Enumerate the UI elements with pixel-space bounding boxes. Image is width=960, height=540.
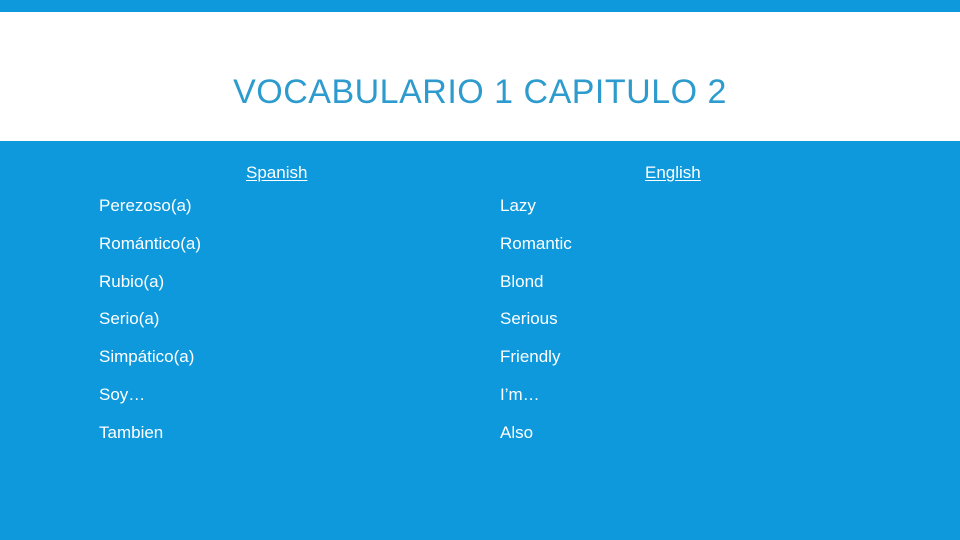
vocabulary-translation: Also bbox=[500, 422, 534, 442]
top-accent-bar bbox=[0, 0, 960, 12]
vocabulary-term: Soy… bbox=[99, 384, 146, 404]
vocabulary-translation: I’m… bbox=[500, 384, 540, 404]
vocabulary-rows: Perezoso(a) Lazy Romántico(a) Romantic R… bbox=[0, 196, 960, 461]
vocabulary-term: Rubio(a) bbox=[99, 271, 165, 291]
vocabulary-translation: Lazy bbox=[500, 196, 536, 215]
vocabulary-translation: Romantic bbox=[500, 233, 572, 253]
vocabulary-term: Tambien bbox=[99, 422, 164, 442]
vocabulary-slide: VOCABULARIO 1 CAPITULO 2 Spanish English… bbox=[0, 0, 960, 540]
column-header-spanish: Spanish bbox=[246, 163, 308, 182]
title-band: VOCABULARIO 1 CAPITULO 2 bbox=[0, 12, 960, 141]
vocabulary-translation: Friendly bbox=[500, 347, 561, 367]
table-row: Serio(a) Serious bbox=[0, 309, 960, 347]
column-header-row: Spanish English bbox=[0, 163, 960, 189]
vocabulary-term: Simpático(a) bbox=[99, 347, 195, 367]
vocabulary-translation: Serious bbox=[500, 309, 558, 329]
vocabulary-term: Perezoso(a) bbox=[99, 196, 192, 215]
table-row: Perezoso(a) Lazy bbox=[0, 196, 960, 234]
table-row: Simpático(a) Friendly bbox=[0, 347, 960, 385]
vocabulary-panel: Spanish English Perezoso(a) Lazy Románti… bbox=[0, 141, 960, 540]
table-row: Soy… I’m… bbox=[0, 385, 960, 423]
vocabulary-term: Serio(a) bbox=[99, 309, 160, 329]
vocabulary-translation: Blond bbox=[500, 271, 544, 291]
page-title: VOCABULARIO 1 CAPITULO 2 bbox=[233, 73, 727, 111]
table-row: Romántico(a) Romantic bbox=[0, 234, 960, 272]
table-row: Tambien Also bbox=[0, 423, 960, 461]
column-header-english: English bbox=[645, 163, 701, 182]
table-row: Rubio(a) Blond bbox=[0, 272, 960, 310]
vocabulary-term: Romántico(a) bbox=[99, 233, 202, 253]
